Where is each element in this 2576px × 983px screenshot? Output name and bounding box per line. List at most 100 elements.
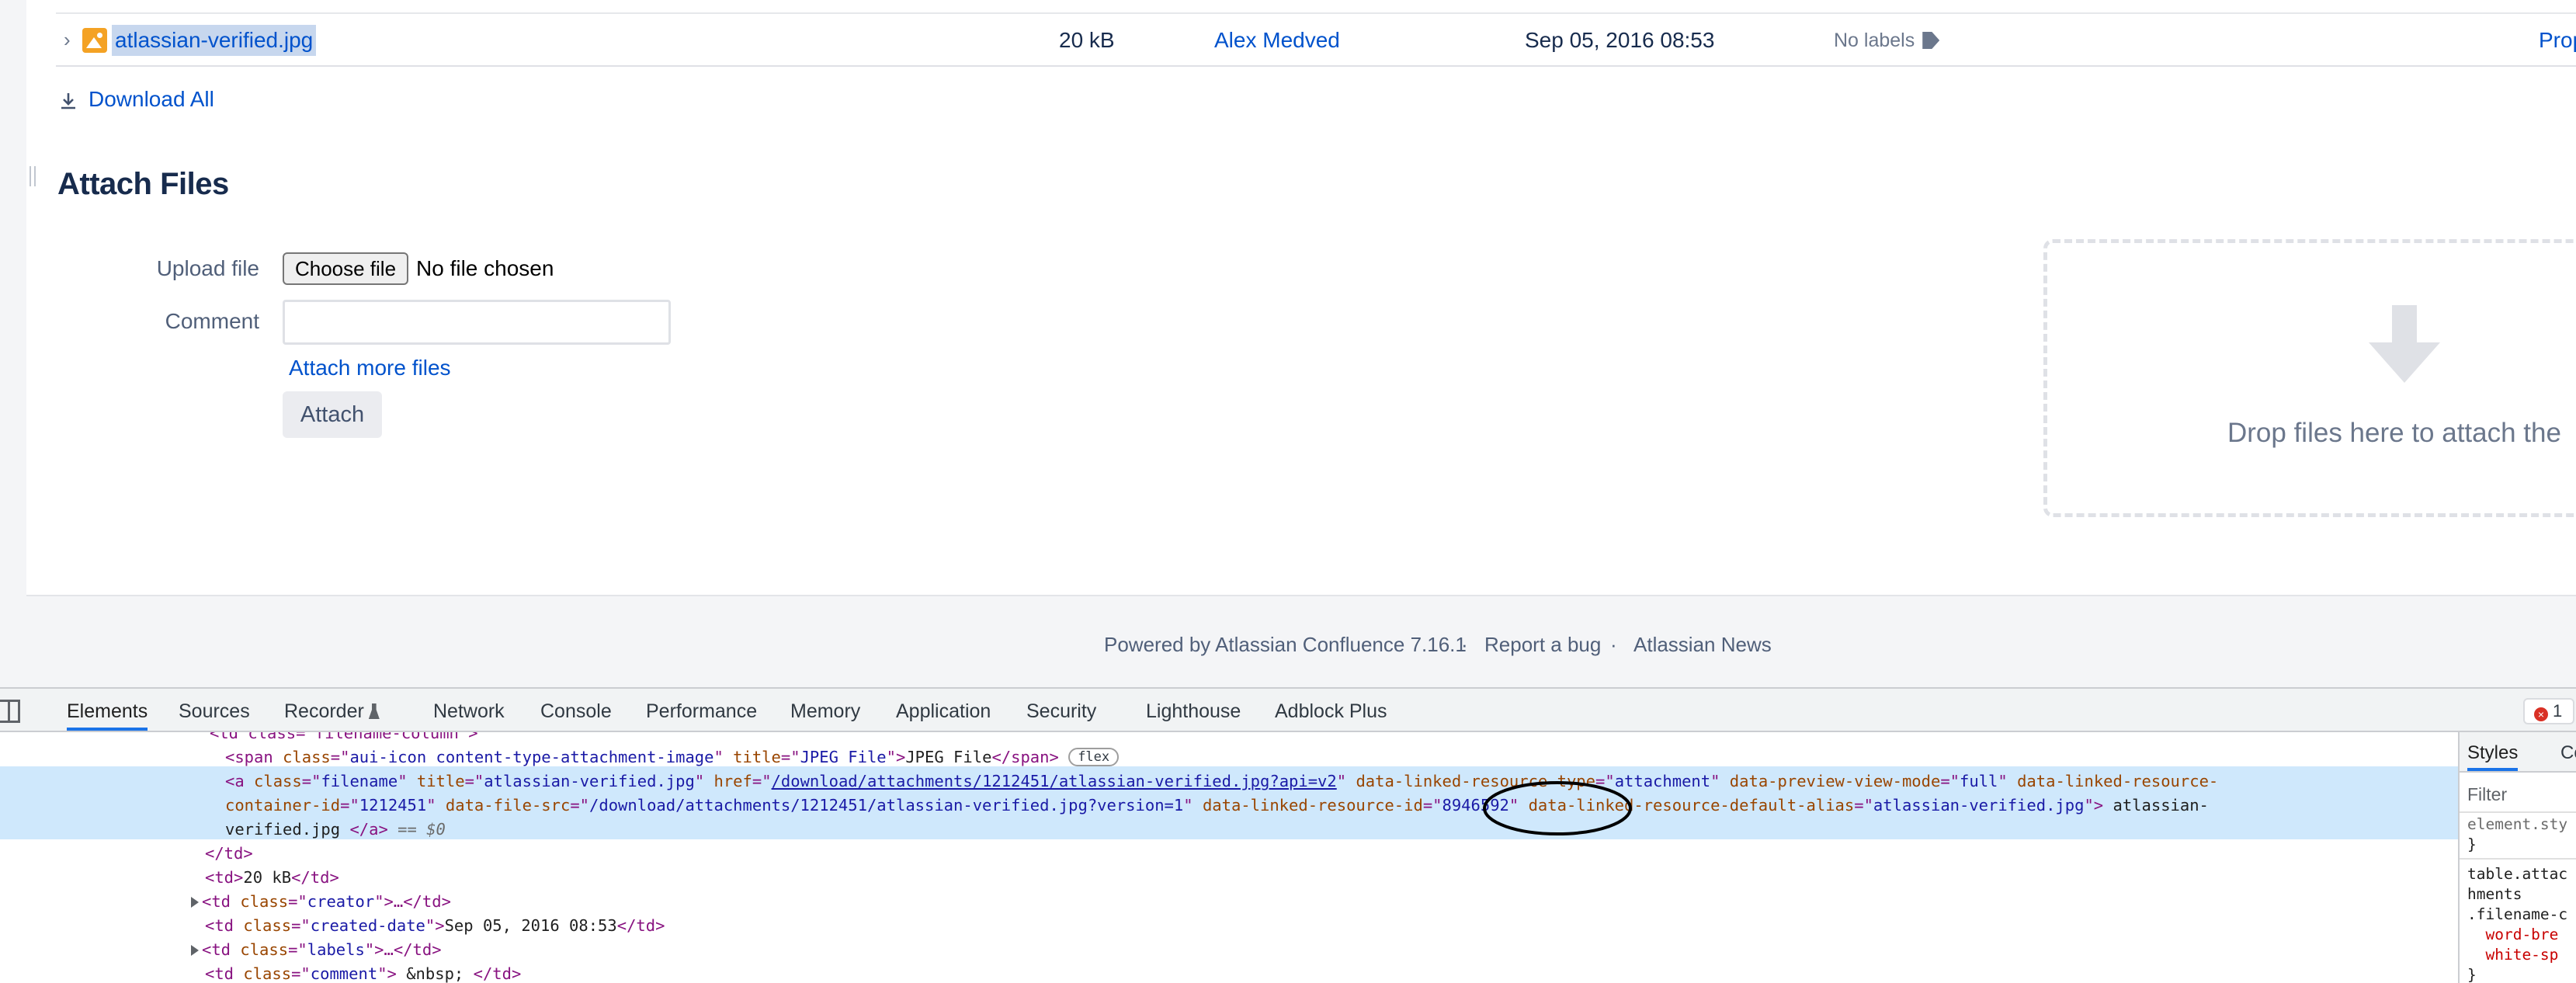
- style-rule-line: table.attac: [2467, 865, 2568, 883]
- attach-files-heading: Attach Files: [57, 167, 229, 201]
- content-border: [26, 595, 2576, 596]
- dock-side-icon[interactable]: [0, 700, 20, 723]
- style-rule-line: element.sty: [2467, 815, 2568, 833]
- style-property-line[interactable]: word-bre: [2467, 925, 2558, 945]
- style-property-line[interactable]: white-sp: [2467, 945, 2558, 965]
- download-icon: [61, 93, 75, 109]
- tab-adblock-plus[interactable]: Adblock Plus: [1275, 689, 1387, 731]
- experiment-flask-icon: [368, 703, 380, 719]
- tab-console[interactable]: Console: [540, 689, 612, 731]
- attachment-row[interactable]: › atlassian-verified.jpg 20 kB Alex Medv…: [56, 14, 2576, 65]
- a-container-attr: data-linked-resource-: [2017, 772, 2219, 790]
- tab-memory[interactable]: Memory: [790, 689, 860, 731]
- style-rule-line: .filename-c: [2467, 905, 2568, 923]
- tab-recorder[interactable]: Recorder: [284, 689, 380, 731]
- tab-performance[interactable]: Performance: [646, 689, 757, 731]
- td-size-text: 20 kB: [243, 868, 292, 887]
- dom-line[interactable]: <td class="comment"> &nbsp; </td>: [205, 962, 521, 983]
- powered-by-link[interactable]: Powered by Atlassian Confluence 7.16.1: [1104, 627, 1467, 662]
- tab-recorder-label: Recorder: [284, 700, 364, 722]
- comment-label: Comment: [165, 309, 259, 333]
- dom-line[interactable]: <td class="created-date">Sep 05, 2016 08…: [205, 914, 665, 938]
- attachment-creator-link[interactable]: Alex Medved: [1214, 25, 1340, 56]
- styles-divider: [2460, 811, 2576, 813]
- a-text-part2: verified.jpg: [225, 820, 350, 839]
- tab-elements[interactable]: Elements: [67, 689, 148, 731]
- expand-triangle-icon[interactable]: [191, 945, 199, 956]
- browser-viewport: › atlassian-verified.jpg 20 kB Alex Medv…: [0, 0, 2576, 983]
- flex-badge[interactable]: flex: [1068, 748, 1120, 766]
- a-class-value: filename: [321, 772, 398, 790]
- styles-divider: [2460, 858, 2576, 860]
- a-default-alias-value: atlassian-verified.jpg: [1873, 796, 2085, 815]
- dom-line-selected[interactable]: <a class="filename" title="atlassian-ver…: [225, 769, 2218, 794]
- styles-filter-input[interactable]: Filter: [2467, 780, 2507, 808]
- footer-separator: ·: [1610, 633, 1617, 656]
- tab-sources[interactable]: Sources: [179, 689, 250, 731]
- table-divider: [56, 65, 2576, 67]
- expand-arrow-icon[interactable]: ›: [64, 28, 71, 51]
- labels-class-value: labels: [307, 940, 365, 959]
- elements-dom-tree[interactable]: <td class="filename-column"> <span class…: [0, 732, 2458, 983]
- tab-styles[interactable]: Styles: [2467, 732, 2519, 771]
- dom-line[interactable]: </td>: [205, 842, 253, 866]
- sidebar-resize-handle[interactable]: [30, 166, 36, 186]
- span-text: JPEG File: [905, 748, 992, 766]
- dom-line[interactable]: <td class="labels">…</td>: [191, 938, 442, 962]
- error-count-badge[interactable]: × 1: [2523, 698, 2575, 724]
- attachment-size: 20 kB: [1059, 28, 1115, 52]
- atlassian-news-link[interactable]: Atlassian News: [1633, 627, 1772, 662]
- tab-network[interactable]: Network: [433, 689, 505, 731]
- tab-lighthouse[interactable]: Lighthouse: [1146, 689, 1241, 731]
- attachment-labels[interactable]: No labels: [1834, 25, 1940, 56]
- expand-triangle-icon[interactable]: [191, 897, 199, 908]
- comment-cell-text: &nbsp;: [396, 964, 474, 983]
- no-file-chosen-text: No file chosen: [416, 256, 554, 280]
- dom-text: <td class="filename-column">: [210, 732, 478, 742]
- file-drop-zone[interactable]: Drop files here to attach the: [2043, 239, 2576, 517]
- error-icon: ×: [2534, 707, 2548, 721]
- styles-sidebar: Styles Co Filter element.sty } table.att…: [2458, 732, 2576, 983]
- a-container-id-value: 1212451: [359, 796, 427, 815]
- styles-tab-bar: Styles Co: [2460, 732, 2576, 773]
- tab-application[interactable]: Application: [896, 689, 991, 731]
- date-cell-text: Sep 05, 2016 08:53: [444, 916, 617, 935]
- attach-button[interactable]: Attach: [283, 391, 382, 438]
- tab-computed[interactable]: Co: [2560, 732, 2576, 771]
- drop-arrow-icon: [2369, 305, 2440, 383]
- devtools-panel: Elements Sources Recorder Network Consol…: [0, 687, 2576, 983]
- comment-class-value: comment: [310, 964, 378, 983]
- date-class-value: created-date: [310, 916, 425, 935]
- a-preview-mode-value: full: [1960, 772, 1998, 790]
- dom-line-selected[interactable]: container-id="1212451" data-file-src="/d…: [225, 794, 2209, 818]
- dom-line[interactable]: <span class="aui-icon content-type-attac…: [225, 745, 1120, 769]
- a-file-src-value: /download/attachments/1212451/atlassian-…: [589, 796, 1184, 815]
- style-rule-line: }: [2467, 966, 2477, 983]
- drop-zone-text: Drop files here to attach the: [2227, 418, 2561, 448]
- style-rule-line: }: [2467, 835, 2477, 853]
- page-footer: Powered by Atlassian Confluence 7.16.1 ·…: [0, 627, 2576, 662]
- report-bug-link[interactable]: Report a bug: [1484, 627, 1601, 662]
- error-count: 1: [2553, 701, 2563, 721]
- dom-line[interactable]: <td>20 kB</td>: [205, 866, 339, 890]
- attachment-properties-link[interactable]: Prop: [2539, 25, 2576, 56]
- download-all-label: Download All: [89, 87, 214, 111]
- attach-more-files-link[interactable]: Attach more files: [289, 353, 451, 384]
- dom-line[interactable]: <td class="filename-column">: [210, 732, 478, 745]
- selected-node-marker: == $0: [398, 820, 446, 839]
- attachment-filename-link[interactable]: atlassian-verified.jpg: [112, 25, 317, 56]
- upload-file-label: Upload file: [156, 256, 259, 280]
- dom-line[interactable]: <td class="creator">…</td>: [191, 890, 451, 914]
- confluence-page: › atlassian-verified.jpg 20 kB Alex Medv…: [0, 0, 2576, 687]
- a-container-attr-cont: container-id: [225, 796, 341, 815]
- choose-file-button[interactable]: Choose file: [283, 252, 408, 285]
- annotation-circle: [1483, 781, 1632, 835]
- a-href-link[interactable]: /download/attachments/1212451/atlassian-…: [772, 772, 1337, 790]
- footer-separator: ·: [1461, 633, 1468, 656]
- labels-text: No labels: [1834, 30, 1915, 51]
- tab-security[interactable]: Security: [1026, 689, 1096, 731]
- comment-input[interactable]: [283, 300, 671, 345]
- style-rule-line: hments: [2467, 885, 2522, 903]
- span-title-value: JPEG File: [800, 748, 887, 766]
- dom-line-selected[interactable]: verified.jpg </a> == $0: [225, 818, 446, 842]
